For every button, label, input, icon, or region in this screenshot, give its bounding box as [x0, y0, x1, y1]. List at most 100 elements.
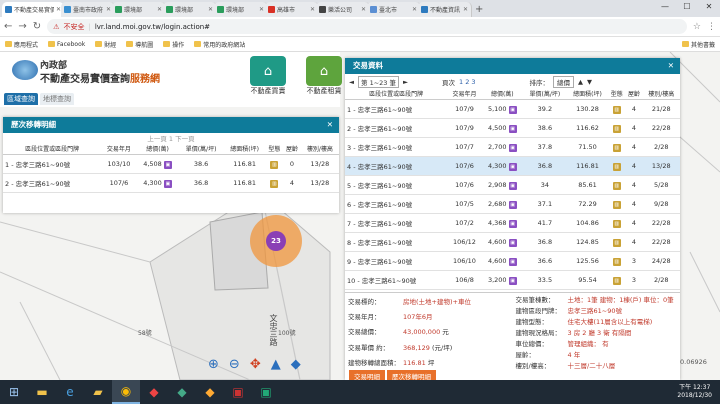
new-tab-button[interactable]: + — [469, 2, 489, 17]
building-type-icon[interactable]: ▥ — [612, 124, 621, 133]
browser-tab[interactable]: 環境部 ✕ — [163, 2, 217, 17]
browser-tab[interactable]: 環境部 ✕ — [112, 2, 166, 17]
file-explorer-icon[interactable]: ▬ — [28, 380, 56, 404]
detail-icon[interactable]: ▣ — [508, 124, 517, 133]
column-header[interactable]: 區段位置或區段門牌 — [3, 145, 102, 155]
sort-asc-icon[interactable]: ▲ — [578, 78, 583, 86]
page-links[interactable]: 1 2 3 — [459, 78, 476, 86]
bookmark-item[interactable]: Facebook — [48, 41, 85, 48]
column-header[interactable]: 樓別/樓高 — [300, 145, 339, 155]
column-header[interactable]: 單價(萬/坪) — [522, 90, 567, 100]
detail-icon[interactable]: ▣ — [508, 162, 517, 171]
detail-icon[interactable]: ▣ — [508, 238, 517, 247]
bookmark-item[interactable]: 其他書籤 — [681, 40, 715, 49]
detail-icon[interactable]: ▣ — [508, 276, 517, 285]
table-row[interactable]: 4 - 忠孝三路61~90號 107/6 4,300 ▣ 36.8 116.81 ▥ 4 13… — [345, 156, 680, 176]
column-header[interactable]: 交易年月 — [101, 145, 137, 155]
building-type-icon[interactable]: ▥ — [612, 105, 621, 114]
bookmark-item[interactable]: 導航圖 — [126, 40, 153, 49]
tab-area-search[interactable]: 區域查詢 — [4, 93, 38, 105]
bookmark-item[interactable]: 操作 — [163, 40, 184, 49]
table-row[interactable]: 8 - 忠孝三路61~90號 106/12 4,600 ▣ 36.8 124.85 ▥ 4 2… — [345, 232, 680, 252]
column-header[interactable]: 型態 — [265, 145, 284, 155]
table-row[interactable]: 10 - 忠孝三路61~90號 106/8 3,200 ▣ 33.5 95.54 ▥ 3 2/… — [345, 270, 680, 290]
column-header[interactable]: 型態 — [608, 90, 626, 100]
history-close-icon[interactable]: ✕ — [327, 117, 333, 133]
detail-icon[interactable]: ▣ — [508, 143, 517, 152]
tab-close-icon[interactable]: ✕ — [463, 6, 468, 13]
minimize-icon[interactable]: — — [654, 0, 676, 14]
detail-icon[interactable]: ▣ — [163, 179, 172, 188]
building-type-icon[interactable]: ▥ — [270, 160, 279, 169]
column-header[interactable]: 總面積(坪) — [223, 145, 266, 155]
tab-close-icon[interactable]: ✕ — [412, 6, 417, 13]
app-icon-1[interactable]: ◆ — [140, 380, 168, 404]
bookmark-item[interactable]: 常用的政府網站 — [194, 40, 245, 49]
browser-tab[interactable]: 不動產資訊 ✕ — [418, 2, 472, 17]
nav-buy[interactable]: ⌂ 不動產買賣 — [238, 56, 298, 96]
building-type-icon[interactable]: ▥ — [612, 181, 621, 190]
history-pager[interactable]: 上一頁 1 下一頁 — [3, 133, 339, 145]
browser-tab[interactable]: 樂活公司 ✕ — [316, 2, 370, 17]
table-row[interactable]: 5 - 忠孝三路61~90號 107/6 2,908 ▣ 34 85.61 ▥ 4 5/28 — [345, 175, 680, 195]
building-type-icon[interactable]: ▥ — [612, 162, 621, 171]
clock[interactable]: 下午 12:37 2018/12/30 — [677, 384, 720, 400]
detail-icon[interactable]: ▣ — [508, 219, 517, 228]
page-range-select[interactable]: 第 1~23 筆 — [358, 76, 399, 88]
ie-icon[interactable]: e — [56, 380, 84, 404]
prev-page-icon[interactable]: ◄ — [349, 78, 354, 86]
sort-desc-icon[interactable]: ▼ — [587, 78, 592, 86]
zoom-out-icon[interactable]: ⊖ — [229, 357, 240, 372]
table-row[interactable]: 9 - 忠孝三路61~90號 106/10 4,600 ▣ 36.6 125.56 ▥ 3 2… — [345, 251, 680, 271]
table-row[interactable]: 7 - 忠孝三路61~90號 107/2 4,368 ▣ 41.7 104.86 ▥ 4 22… — [345, 213, 680, 233]
table-row[interactable]: 1 - 忠孝三路61~90號 107/9 5,100 ▣ 39.2 130.28 ▥ 4 21… — [345, 99, 680, 119]
browser-tab[interactable]: 不動產交易實價 ✕ — [2, 2, 64, 17]
close-window-icon[interactable]: ✕ — [698, 0, 720, 14]
browser-tab[interactable]: 臺北市 ✕ — [367, 2, 421, 17]
back-icon[interactable]: ← — [4, 21, 12, 32]
tx-close-icon[interactable]: ✕ — [668, 58, 674, 74]
pan-icon[interactable]: ✥ — [250, 357, 261, 372]
browser-tab[interactable]: 高雄市 ✕ — [265, 2, 319, 17]
column-header[interactable]: 總價(萬) — [136, 145, 179, 155]
table-row[interactable]: 6 - 忠孝三路61~90號 107/5 2,680 ▣ 37.1 72.29 ▥ 4 9/2… — [345, 194, 680, 214]
bookmark-item[interactable]: 應用程式 — [5, 40, 38, 49]
measure-icon[interactable]: ▲ — [271, 357, 281, 372]
windows-start-icon[interactable]: ⊞ — [0, 380, 28, 404]
bookmark-item[interactable]: 財經 — [95, 40, 116, 49]
table-row[interactable]: 2 - 忠孝三路61~90號 107/9 4,500 ▣ 38.6 116.62 ▥ 4 22… — [345, 118, 680, 138]
folder-icon[interactable]: ▰ — [84, 380, 112, 404]
column-header[interactable]: 屋齡 — [625, 90, 643, 100]
building-type-icon[interactable]: ▥ — [612, 238, 621, 247]
detail-icon[interactable]: ▣ — [508, 257, 517, 266]
browser-tab[interactable]: 臺南市政府 ✕ — [61, 2, 115, 17]
building-type-icon[interactable]: ▥ — [612, 143, 621, 152]
tab-close-icon[interactable]: ✕ — [259, 6, 264, 13]
column-header[interactable]: 區段位置或區段門牌 — [345, 90, 448, 100]
area-measure-icon[interactable]: ◆ — [291, 357, 301, 372]
url-field[interactable]: ⚠ 不安全 | lvr.land.moi.gov.tw/login.action… — [47, 19, 687, 34]
building-type-icon[interactable]: ▥ — [270, 179, 279, 188]
bookmark-star-icon[interactable]: ☆ — [693, 22, 701, 32]
app-icon-5[interactable]: ▣ — [252, 380, 280, 404]
app-icon-3[interactable]: ◆ — [196, 380, 224, 404]
reload-icon[interactable]: ↻ — [33, 21, 41, 32]
column-header[interactable]: 交易年月 — [447, 90, 482, 100]
detail-icon[interactable]: ▣ — [508, 105, 517, 114]
sort-select[interactable]: 總價 — [553, 76, 575, 88]
tab-close-icon[interactable]: ✕ — [208, 6, 213, 13]
column-header[interactable]: 單價(萬/坪) — [178, 145, 224, 155]
table-row[interactable]: 1 - 忠孝三路61~90號 103/10 4,508 ▣ 38.6 116.81 ▥ 0 1… — [3, 154, 339, 174]
detail-icon[interactable]: ▣ — [508, 181, 517, 190]
chrome-icon[interactable]: ◉ — [112, 380, 140, 404]
building-type-icon[interactable]: ▥ — [612, 276, 621, 285]
cluster-marker[interactable]: 23 — [266, 231, 286, 251]
tab-landmark-search[interactable]: 地標查詢 — [40, 93, 74, 105]
menu-icon[interactable]: ⋮ — [707, 22, 716, 32]
detail-icon[interactable]: ▣ — [163, 160, 172, 169]
column-header[interactable]: 樓別/樓高 — [642, 90, 680, 100]
building-type-icon[interactable]: ▥ — [612, 257, 621, 266]
zoom-in-icon[interactable]: ⊕ — [208, 357, 219, 372]
table-row[interactable]: 3 - 忠孝三路61~90號 107/7 2,700 ▣ 37.8 71.50 ▥ 4 2/2… — [345, 137, 680, 157]
maximize-icon[interactable]: ☐ — [676, 0, 698, 14]
